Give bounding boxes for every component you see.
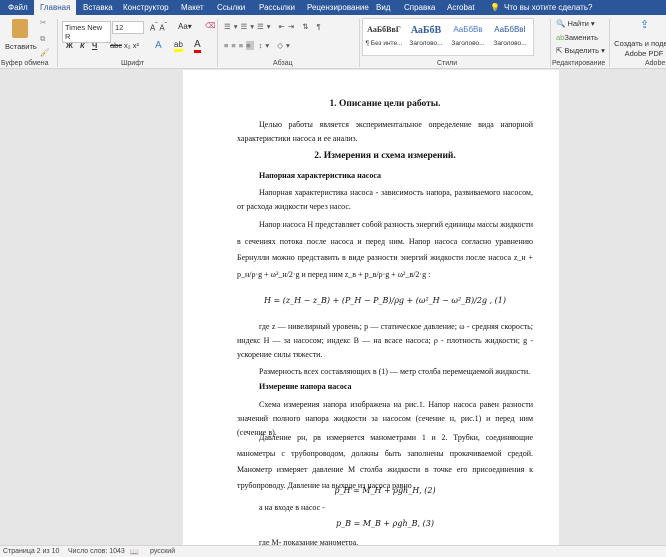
font-size-select[interactable]: 12 [112,21,144,34]
find-label: Найти [567,19,589,28]
paragraph: Размерность всех составляющих в (1) — ме… [259,367,531,376]
tab-file[interactable]: Файл [8,3,28,12]
style-heading3[interactable]: Заголово... [489,40,531,47]
replace-button[interactable]: abЗаменить [556,33,598,42]
search-icon: 🔍 [556,19,566,28]
cut-icon[interactable]: ✂ [40,18,46,27]
page-count[interactable]: Страница 2 из 10 [3,548,59,555]
paragraph: а на входе в насос - [259,503,325,512]
change-case-icon[interactable]: Aa▾ [178,22,192,31]
document-page[interactable]: 1. Описание цели работы. Целью работы яв… [183,70,559,547]
style-sample: АаБбВвГ [367,25,401,34]
underline-button[interactable]: Ч [92,41,97,50]
grow-font-icon[interactable]: Aˆ Aˇ [150,22,167,33]
tab-help[interactable]: Справка [404,3,435,12]
style-heading2[interactable]: Заголово... [447,40,489,47]
equation-2: p_H = M_H + ρgh_H, (2) [334,486,436,495]
style-normal[interactable]: ¶ Без инте... [363,40,405,47]
tab-review[interactable]: Рецензирование [307,3,369,12]
tab-layout[interactable]: Макет [181,3,204,12]
paragraph-group-label: Абзац [273,60,293,67]
subheading: Напорная характеристика насоса [259,171,381,180]
list-icons[interactable]: ☰▾☰▾☰▾ ⇤⇥ ⇅ ¶ [224,22,324,31]
equation-3: p_B = M_B + ρgh_B, (3) [336,519,434,528]
word-count[interactable]: Число слов: 1043 [68,548,125,555]
heading-1: 1. Описание цели работы. [329,99,441,109]
tab-insert[interactable]: Вставка [83,3,113,12]
style-sample: АаБбВв [453,25,483,34]
editing-group-label: Редактирование [552,60,606,67]
text-effects-icon[interactable]: A [155,40,162,51]
paragraph: Целью работы является экспериментальное … [237,120,533,143]
language[interactable]: русский [150,548,175,555]
style-sample: АаБбВвI [494,25,526,34]
format-painter-icon[interactable]: 🖌 [40,48,50,57]
clipboard-icon [12,19,28,38]
heading-2: 2. Измерения и схема измерений. [314,151,456,161]
tab-references[interactable]: Ссылки [217,3,245,12]
tab-acrobat[interactable]: Acrobat [447,3,475,12]
ribbon-tabs: Файл Главная Вставка Конструктор Макет С… [0,0,666,15]
adobe-group-label: Adobe [645,60,666,67]
style-heading1[interactable]: Заголово... [405,40,447,47]
status-bar: Страница 2 из 10 Число слов: 1043 📖 русс… [0,545,666,557]
clear-format-icon[interactable]: ⌫ [205,21,216,30]
tab-mailings[interactable]: Рассылки [259,3,295,12]
styles-gallery[interactable]: АаБбВвГ ¶ Без инте... АаБбВ Заголово... Аа… [362,18,534,56]
tab-view[interactable]: Вид [376,3,390,12]
select-label: Выделить [564,46,599,55]
clipboard-group-label: Буфер обмена [1,60,49,67]
tab-home[interactable]: Главная [34,0,77,15]
italic-button[interactable]: К [80,41,85,50]
subheading: Измерение напора насоса [259,382,352,391]
pdf-share-icon: ⇪ [640,19,650,31]
paste-button[interactable]: Вставить [5,42,37,51]
align-icons[interactable]: ≡≡≡≡ ↕▾ ◇▾ [224,41,293,50]
proofing-icon[interactable]: 📖 [130,548,139,556]
replace-label: Заменить [564,33,599,42]
cursor-icon: ⇱ [556,46,563,55]
style-sample: АаБбВ [410,25,442,36]
strikethrough-button[interactable]: abc [110,41,122,50]
highlight-icon[interactable]: ab [174,40,183,52]
lightbulb-icon: 💡 [490,3,500,12]
styles-group-label: Стили [437,60,458,67]
font-name-select[interactable]: Times New R [62,21,111,43]
ribbon: Вставить ✂ ⧉ 🖌 Буфер обмена Times New R … [0,15,666,69]
paragraph: Напорная характеристика насоса - зависим… [237,188,533,211]
paragraph: где z — нивелирный уровень; p — статичес… [237,322,533,359]
subscript-icon[interactable]: x₂ x² [124,41,139,50]
font-color-icon[interactable]: A [194,39,201,53]
paragraph: Напор насоса Н представляет собой разнос… [237,220,533,279]
equation-1: H = (z_H − z_B) + (P_H − P_B)/ρg + (ω²_H… [263,296,507,305]
select-button[interactable]: ⇱ Выделить ▾ [556,46,605,55]
tell-me-search[interactable]: Что вы хотите сделать? [504,3,592,12]
tab-design[interactable]: Конструктор [123,3,169,12]
font-group-label: Шрифт [121,60,145,67]
copy-icon[interactable]: ⧉ [40,34,45,44]
create-pdf-button[interactable]: Создать и подел. Adobe PDF [614,39,666,59]
bold-button[interactable]: Ж [66,41,73,50]
find-button[interactable]: 🔍 Найти ▾ [556,19,595,28]
